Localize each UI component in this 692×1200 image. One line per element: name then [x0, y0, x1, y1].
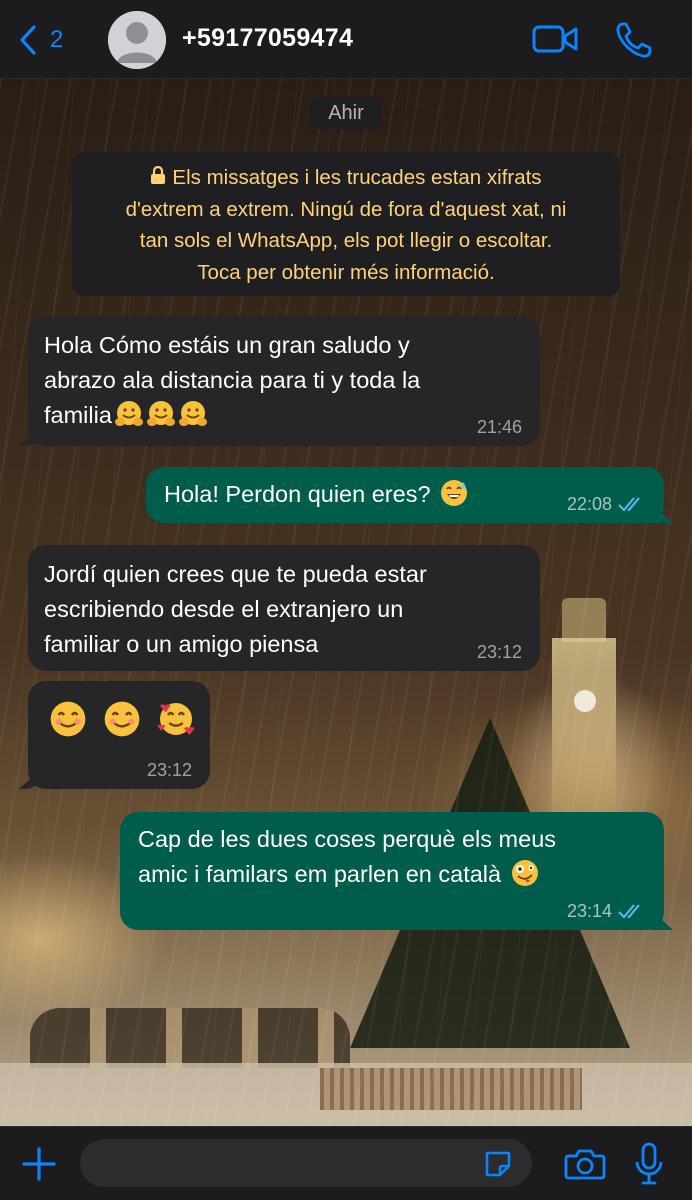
message-bubble-incoming[interactable]: 23:12: [28, 681, 210, 789]
message-meta: 21:46: [477, 416, 522, 438]
hugging-face-emoji-icon: [178, 401, 207, 426]
microphone-icon[interactable]: [634, 1142, 664, 1186]
message-time: 22:08: [566, 494, 612, 514]
contact-name[interactable]: +59177059474: [182, 24, 353, 53]
phone-call-icon[interactable]: [614, 20, 654, 60]
smiling-face-with-hearts-emoji-icon: [157, 703, 195, 735]
unread-count: 2: [50, 26, 64, 53]
chat-screen: 2 +59177059474 Ahir Els missatges i les …: [0, 0, 692, 1200]
chat-header: 2 +59177059474: [0, 0, 692, 79]
encryption-notice-line: tan sols el WhatsApp, els pot llegir o e…: [139, 229, 553, 252]
message-time: 23:12: [146, 760, 192, 780]
message-text-line: familia: [44, 398, 524, 433]
hugging-face-emoji-icon: [146, 401, 175, 426]
message-text-line: Hola Cómo estáis un gran saludo y: [44, 332, 410, 358]
message-input-bar: [0, 1126, 692, 1200]
message-bubble-outgoing[interactable]: Cap de les dues coses perquè els meus am…: [120, 812, 664, 930]
message-meta: 23:14: [567, 900, 646, 922]
message-meta: 23:12: [477, 641, 522, 663]
read-receipt-double-check-icon: [618, 904, 640, 919]
avatar-placeholder-icon: [108, 11, 166, 69]
grinning-sweat-face-emoji-icon: [441, 480, 468, 506]
message-bubble-incoming[interactable]: Jordí quien crees que te pueda estar esc…: [28, 545, 540, 671]
lock-icon: [151, 166, 166, 184]
smiling-face-emoji-icon: [104, 701, 140, 737]
back-button[interactable]: 2: [18, 22, 63, 58]
video-call-icon[interactable]: [532, 22, 578, 56]
message-time: 23:12: [476, 642, 522, 662]
message-time: 21:46: [476, 417, 522, 437]
message-text-line: Jordí quien crees que te pueda estar: [44, 561, 427, 587]
message-bubble-incoming[interactable]: Hola Cómo estáis un gran saludo y abrazo…: [28, 316, 540, 446]
encryption-notice[interactable]: Els missatges i les trucades estan xifra…: [72, 152, 620, 296]
camera-icon[interactable]: [564, 1147, 606, 1181]
sticker-icon[interactable]: [483, 1149, 513, 1179]
message-text-line: familiar o un amigo piensa: [44, 631, 319, 657]
message-time: 23:14: [566, 901, 612, 921]
encryption-notice-line: Els missatges i les trucades estan xifra…: [72, 162, 620, 194]
read-receipt-double-check-icon: [618, 497, 640, 512]
zany-face-emoji-icon: [511, 860, 538, 886]
encryption-notice-line: Toca per obtenir més informació.: [197, 260, 495, 284]
message-text-line: Cap de les dues coses perquè els meus: [138, 826, 557, 852]
smiling-face-emoji-icon: [50, 701, 86, 737]
message-bubble-outgoing[interactable]: Hola! Perdon quien eres? 22:08: [146, 467, 664, 523]
message-text-line: abrazo ala distancia para ti y toda la: [44, 367, 421, 393]
message-meta: 23:12: [147, 759, 192, 781]
message-emoji-line: [46, 699, 210, 745]
message-input[interactable]: [80, 1139, 532, 1187]
plus-icon[interactable]: [20, 1145, 58, 1183]
message-meta: 22:08: [567, 493, 646, 515]
chevron-left-icon: [20, 25, 36, 55]
message-text-line: amic i familars em parlen en català: [138, 857, 648, 892]
contact-avatar[interactable]: [108, 11, 166, 69]
encryption-notice-line: d'extrem a extrem. Ningú de fora d'aques…: [125, 197, 567, 221]
message-text-line: escribiendo desde el extranjero un: [44, 596, 404, 622]
date-separator: Ahir: [310, 97, 382, 129]
hugging-face-emoji-icon: [114, 401, 143, 426]
